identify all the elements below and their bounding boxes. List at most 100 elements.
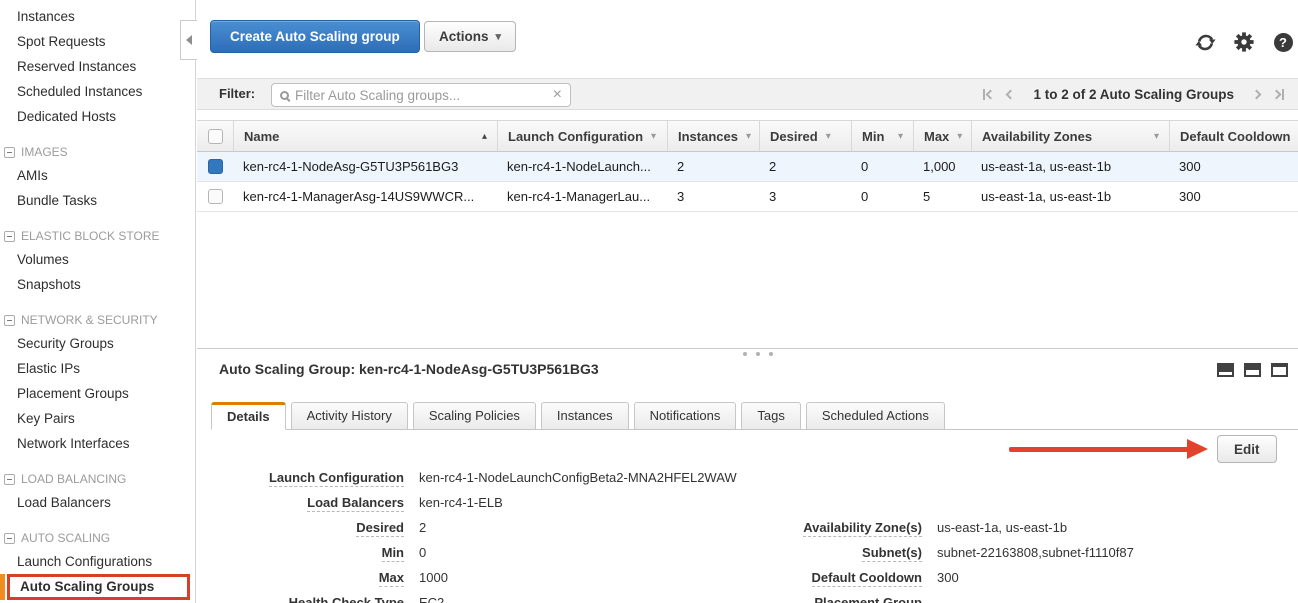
sidebar-item-auto-scaling-groups[interactable]: Auto Scaling Groups <box>7 574 190 600</box>
edit-button[interactable]: Edit <box>1217 435 1277 463</box>
cell-desired: 2 <box>759 152 851 181</box>
filter-search-box[interactable]: × <box>271 83 571 107</box>
field-value: us-east-1a, us-east-1b <box>937 520 1067 535</box>
detail-field: Default Cooldown 300 <box>737 570 1134 595</box>
sidebar-item-elastic-ips[interactable]: Elastic IPs <box>0 356 195 381</box>
detail-tabs: Details Activity History Scaling Policie… <box>211 402 945 430</box>
sidebar-section-load-balancing[interactable]: LOAD BALANCING <box>0 468 195 490</box>
table-row[interactable]: ken-rc4-1-NodeAsg-G5TU3P561BG3 ken-rc4-1… <box>197 152 1298 182</box>
column-default-cooldown[interactable]: Default Cooldown <box>1169 121 1298 151</box>
collapse-section-icon[interactable] <box>4 231 15 242</box>
column-label: Launch Configuration <box>508 129 643 144</box>
field-label: Load Balancers <box>307 495 404 512</box>
collapse-section-icon[interactable] <box>4 533 15 544</box>
sidebar-section-auto-scaling[interactable]: AUTO SCALING <box>0 527 195 549</box>
cell-name: ken-rc4-1-ManagerAsg-14US9WWCR... <box>233 182 497 211</box>
field-value: 1000 <box>419 570 448 585</box>
collapse-section-icon[interactable] <box>4 315 15 326</box>
detail-field: Placement Group <box>737 595 1134 603</box>
clear-filter-icon[interactable]: × <box>545 86 570 104</box>
help-icon[interactable]: ? <box>1272 31 1294 53</box>
last-page-button[interactable] <box>1273 89 1284 100</box>
actions-label: Actions <box>439 29 489 44</box>
sidebar-item-snapshots[interactable]: Snapshots <box>0 272 195 297</box>
collapse-section-icon[interactable] <box>4 474 15 485</box>
sidebar-item-load-balancers[interactable]: Load Balancers <box>0 490 195 515</box>
previous-page-button[interactable] <box>1007 91 1014 98</box>
field-label: Max <box>379 570 404 587</box>
main-content: Create Auto Scaling group Actions ▾ <box>197 0 1298 603</box>
sidebar-item-network-interfaces[interactable]: Network Interfaces <box>0 431 195 456</box>
tab-tags[interactable]: Tags <box>741 402 800 430</box>
column-availability-zones[interactable]: Availability Zones ▾ <box>971 121 1169 151</box>
pane-layout-controls <box>1217 363 1288 377</box>
sidebar-item-placement-groups[interactable]: Placement Groups <box>0 381 195 406</box>
row-checkbox[interactable] <box>208 159 223 174</box>
sidebar-item-security-groups[interactable]: Security Groups <box>0 331 195 356</box>
column-max[interactable]: Max ▾ <box>913 121 971 151</box>
field-value: 300 <box>937 570 959 585</box>
sidebar-item-dedicated-hosts[interactable]: Dedicated Hosts <box>0 104 195 129</box>
cell-max: 5 <box>913 182 971 211</box>
chevron-right-icon <box>1272 89 1282 99</box>
split-drag-handle[interactable] <box>743 352 773 356</box>
tab-scaling-policies[interactable]: Scaling Policies <box>413 402 536 430</box>
split-pane-half-icon[interactable] <box>1244 363 1261 377</box>
split-pane-small-icon[interactable] <box>1217 363 1234 377</box>
column-min[interactable]: Min ▾ <box>851 121 913 151</box>
field-value: subnet-22163808,subnet-f1110f87 <box>937 545 1134 560</box>
column-desired[interactable]: Desired ▾ <box>759 121 851 151</box>
filter-label: Filter: <box>219 79 255 109</box>
detail-panel-title: Auto Scaling Group: ken-rc4-1-NodeAsg-G5… <box>219 361 599 377</box>
sidebar-item-instances[interactable]: Instances <box>0 4 195 29</box>
column-name[interactable]: Name ▴ <box>233 121 497 151</box>
create-auto-scaling-group-button[interactable]: Create Auto Scaling group <box>210 20 420 53</box>
actions-dropdown-button[interactable]: Actions ▾ <box>424 21 516 52</box>
chevron-left-icon <box>986 89 996 99</box>
row-checkbox[interactable] <box>208 189 223 204</box>
annotation-arrow <box>1009 447 1189 452</box>
first-page-button[interactable] <box>983 89 994 100</box>
tab-scheduled-actions[interactable]: Scheduled Actions <box>806 402 945 430</box>
cell-default-cooldown: 300 <box>1169 182 1298 211</box>
sidebar-item-reserved-instances[interactable]: Reserved Instances <box>0 54 195 79</box>
sidebar-item-volumes[interactable]: Volumes <box>0 247 195 272</box>
sidebar-item-launch-configurations[interactable]: Launch Configurations <box>0 549 195 574</box>
sidebar-collapse-button[interactable] <box>180 20 197 60</box>
field-label: Desired <box>356 520 404 537</box>
sidebar-item-scheduled-instances[interactable]: Scheduled Instances <box>0 79 195 104</box>
table-row[interactable]: ken-rc4-1-ManagerAsg-14US9WWCR... ken-rc… <box>197 182 1298 212</box>
tab-instances[interactable]: Instances <box>541 402 629 430</box>
next-page-button[interactable] <box>1253 91 1260 98</box>
column-launch-configuration[interactable]: Launch Configuration ▾ <box>497 121 667 151</box>
collapse-section-icon[interactable] <box>4 147 15 158</box>
split-divider <box>197 348 1298 349</box>
sidebar-section-images[interactable]: IMAGES <box>0 141 195 163</box>
field-label: Min <box>382 545 404 562</box>
field-value: ken-rc4-1-NodeLaunchConfigBeta2-MNA2HFEL… <box>419 470 737 485</box>
sidebar-section-elastic-block-store[interactable]: ELASTIC BLOCK STORE <box>0 225 195 247</box>
field-label: Health Check Type <box>289 595 404 603</box>
cell-default-cooldown: 300 <box>1169 152 1298 181</box>
sidebar-item-key-pairs[interactable]: Key Pairs <box>0 406 195 431</box>
cell-launch-configuration: ken-rc4-1-NodeLaunch... <box>497 152 667 181</box>
sidebar-item-amis[interactable]: AMIs <box>0 163 195 188</box>
tab-notifications[interactable]: Notifications <box>634 402 737 430</box>
tab-activity-history[interactable]: Activity History <box>291 402 408 430</box>
sidebar-item-spot-requests[interactable]: Spot Requests <box>0 29 195 54</box>
filter-search-input[interactable] <box>289 88 545 103</box>
sidebar-item-bundle-tasks[interactable]: Bundle Tasks <box>0 188 195 213</box>
chevron-right-icon <box>1252 89 1262 99</box>
sort-icon: ▾ <box>651 131 656 142</box>
select-all-checkbox[interactable] <box>208 129 223 144</box>
tab-details[interactable]: Details <box>211 402 286 430</box>
gear-icon[interactable] <box>1233 31 1255 53</box>
cell-min: 0 <box>851 152 913 181</box>
sidebar-section-network-security[interactable]: NETWORK & SECURITY <box>0 309 195 331</box>
column-instances[interactable]: Instances ▾ <box>667 121 759 151</box>
split-pane-large-icon[interactable] <box>1271 363 1288 377</box>
refresh-icon[interactable] <box>1194 31 1216 53</box>
field-label: Default Cooldown <box>812 570 923 587</box>
detail-field: Launch Configuration ken-rc4-1-NodeLaunc… <box>219 470 737 495</box>
sort-asc-icon: ▴ <box>482 131 487 142</box>
